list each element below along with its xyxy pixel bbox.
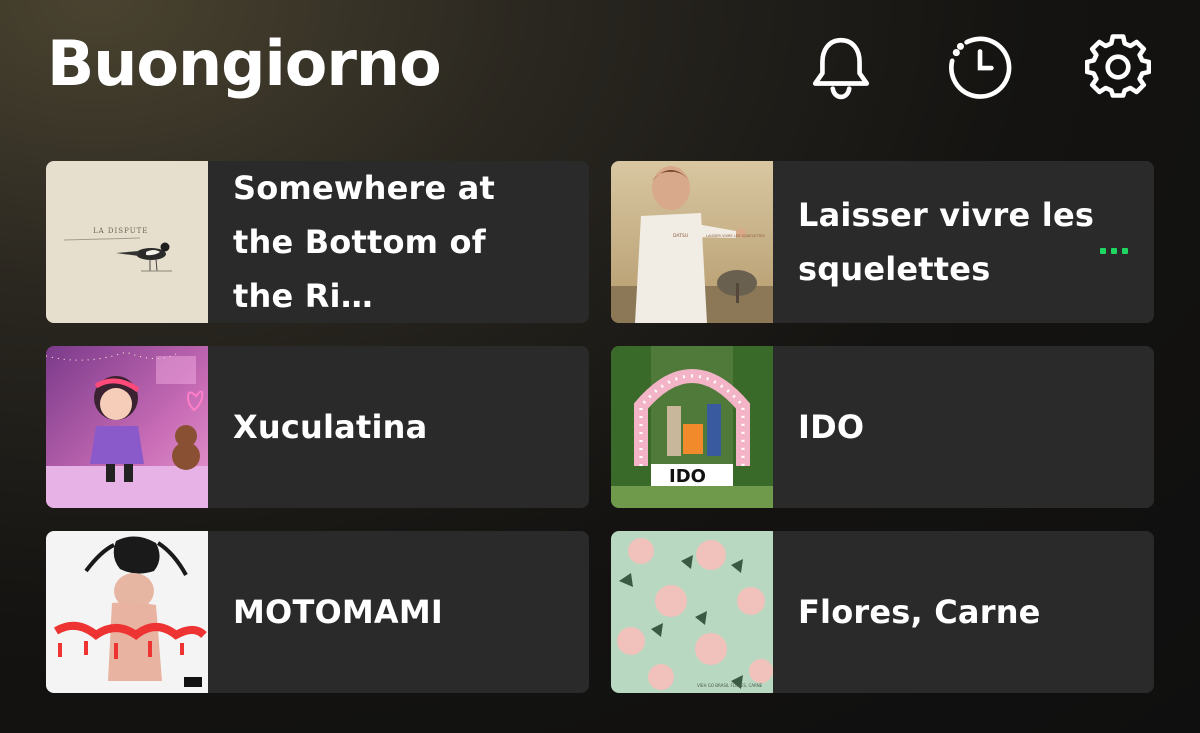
settings-button[interactable] [1083, 32, 1153, 102]
recently-played-icon [949, 36, 1012, 99]
svg-text:VIEH GO BRASIL FLORES, CARNE: VIEH GO BRASIL FLORES, CARNE [697, 683, 763, 688]
bell-icon [812, 37, 870, 100]
album-title: Xuculatina [233, 408, 428, 446]
album-title: IDO [798, 408, 865, 446]
settings-icon [1085, 34, 1151, 98]
album-card[interactable]: IDO IDO [611, 346, 1154, 508]
album-card[interactable]: MOTOMAMI [46, 531, 589, 693]
more-options-button[interactable] [1100, 248, 1128, 254]
svg-text:LAISSER VIVRE LES SQUELETTES: LAISSER VIVRE LES SQUELETTES [706, 234, 766, 238]
album-cover [46, 531, 208, 693]
album-title: Laisser vivre les squelettes [798, 196, 1095, 288]
album-card[interactable]: LA DISPUTE Somewhere at the Bottom of th… [46, 161, 589, 323]
album-title: Somewhere at the Bottom of the Ri… [233, 169, 496, 315]
album-title: MOTOMAMI [233, 593, 444, 631]
header: Buongiorno [0, 0, 1200, 140]
svg-text:IDO: IDO [669, 466, 706, 487]
album-cover: IDO [611, 346, 773, 508]
album-card[interactable]: VIEH GO BRASIL FLORES, CARNE Flores, Car… [611, 531, 1154, 693]
album-card[interactable]: Xuculatina [46, 346, 589, 508]
recently-played-button[interactable] [944, 32, 1014, 102]
svg-text:LA DISPUTE: LA DISPUTE [93, 227, 148, 235]
page-title: Buongiorno [47, 27, 442, 100]
dot-icon [1122, 248, 1128, 254]
album-title: Flores, Carne [798, 593, 1041, 631]
album-card[interactable]: DATSU LAISSER VIVRE LES SQUELETTES Laiss… [611, 161, 1154, 323]
album-cover: VIEH GO BRASIL FLORES, CARNE [611, 531, 773, 693]
svg-text:DATSU: DATSU [673, 233, 688, 239]
album-cover [46, 346, 208, 508]
notifications-button[interactable] [806, 32, 876, 102]
album-cover: DATSU LAISSER VIVRE LES SQUELETTES [611, 161, 773, 323]
dot-icon [1100, 248, 1106, 254]
album-cover: LA DISPUTE [46, 161, 208, 323]
dot-icon [1111, 248, 1117, 254]
